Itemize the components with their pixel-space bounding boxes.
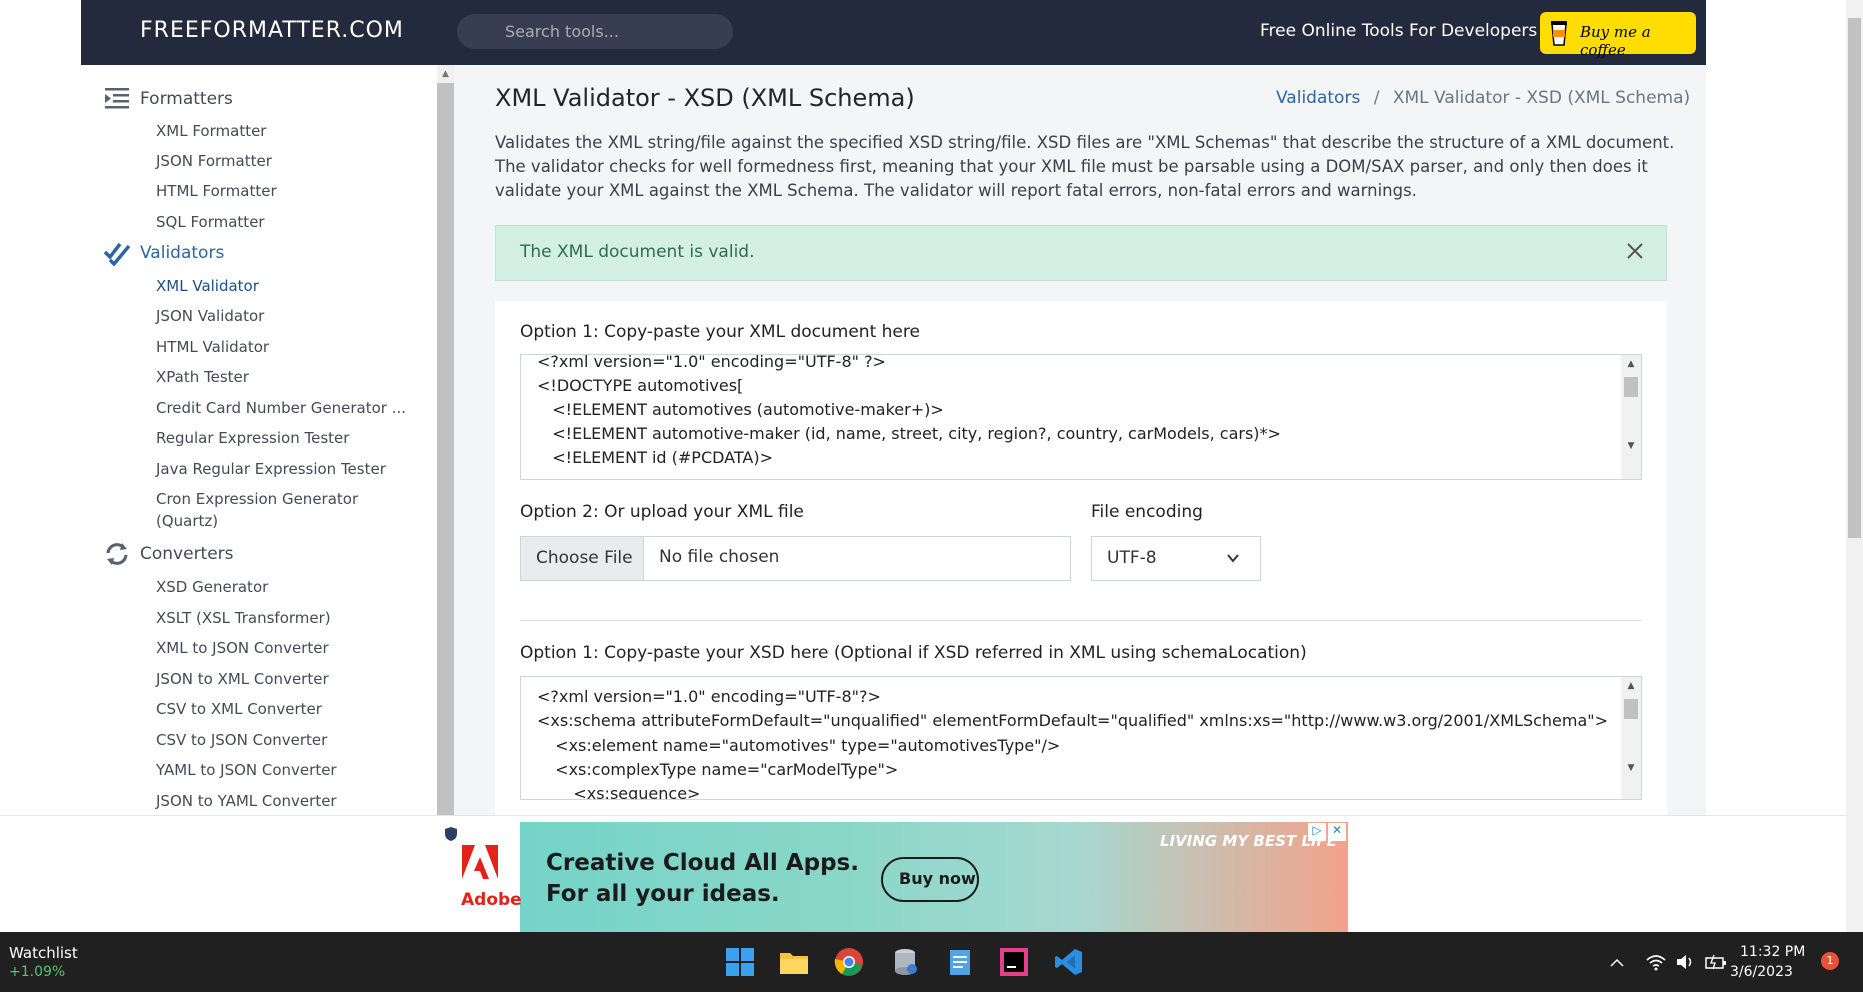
code-line: <xs:element name="automotives" type="aut… [545,736,1061,755]
upload-label: Option 2: Or upload your XML file [520,502,804,522]
section-divider [520,620,1642,621]
coffee-cup-icon [1551,21,1567,46]
xml-input-label: Option 1: Copy-paste your XML document h… [520,322,920,342]
sidebar-item-credit-card-generator[interactable]: Credit Card Number Generator ... [156,399,406,417]
xml-textarea[interactable]: <?xml version="1.0" encoding="UTF-8" ?> … [520,354,1642,480]
double-check-icon [104,242,130,266]
header-tagline: Free Online Tools For Developers [1260,21,1538,41]
code-line: <xs:schema attributeFormDefault="unquali… [537,711,1609,730]
adobe-logo-icon [462,845,498,879]
xml-textarea-scrollbar[interactable] [1621,355,1641,479]
sidebar-item-java-regex-tester[interactable]: Java Regular Expression Tester [156,460,386,478]
sidebar-scrollbar[interactable] [437,65,454,815]
shield-icon [445,827,457,841]
alert-message: The XML document is valid. [520,242,755,262]
file-status-text: No file chosen [659,547,780,567]
chevron-down-icon [1227,554,1239,563]
xsd-textarea-scrollbar[interactable] [1621,677,1641,799]
chrome-icon[interactable] [834,947,864,977]
choose-file-button[interactable]: Choose File [521,537,644,580]
xsd-textarea[interactable]: <?xml version="1.0" encoding="UTF-8"?> <… [520,676,1642,800]
code-line: <!ELEMENT id (#PCDATA)> [537,448,773,467]
windows-taskbar [0,932,1863,992]
ad-headline: Creative Cloud All Apps. [546,850,859,876]
scroll-down-arrow-icon[interactable]: ▼ [1625,763,1637,773]
watchlist-widget-title[interactable]: Watchlist [9,944,78,962]
refresh-arrows-icon [106,543,128,565]
sidebar-item-xml-formatter[interactable]: XML Formatter [156,122,266,140]
taskbar-date[interactable]: 3/6/2023 [1730,964,1793,980]
search-input[interactable]: Search tools... [457,14,733,49]
notification-badge[interactable]: 1 [1821,952,1839,970]
formatter-indent-icon [105,88,129,109]
tool-description: Validates the XML string/file against th… [495,133,1675,200]
sidebar-item-html-validator[interactable]: HTML Validator [156,338,269,356]
code-line: <!DOCTYPE automotives[ [537,376,744,395]
sidebar-item-xpath-tester[interactable]: XPath Tester [156,368,249,386]
sidebar-item-json-to-yaml[interactable]: JSON to YAML Converter [156,792,337,810]
page-scroll-thumb[interactable] [1848,18,1861,538]
code-line: <!ELEMENT automotive-maker (id, name, st… [537,424,1281,443]
wifi-icon[interactable] [1646,953,1666,971]
notepad-icon[interactable] [945,947,975,977]
code-line: <xs:complexType name="carModelType"> [545,760,899,779]
sidebar-item-yaml-to-json[interactable]: YAML to JSON Converter [156,761,337,779]
sidebar-item-json-to-xml[interactable]: JSON to XML Converter [156,670,329,688]
close-icon[interactable] [1626,242,1644,260]
sidebar-item-cron-generator-quartz[interactable]: (Quartz) [156,512,218,530]
code-line: <?xml version="1.0" encoding="UTF-8" ?> [537,354,886,371]
database-icon[interactable] [890,947,920,977]
page-title: XML Validator - XSD (XML Schema) [495,84,915,112]
xsd-input-label: Option 1: Copy-paste your XSD here (Opti… [520,643,1307,663]
sidebar-section-formatters[interactable]: Formatters [140,89,233,109]
sidebar-item-sql-formatter[interactable]: SQL Formatter [156,213,265,231]
code-line: <xs:sequence> [553,784,701,800]
breadcrumb-link-validators[interactable]: Validators [1276,88,1360,108]
vscode-icon[interactable] [1054,947,1084,977]
battery-icon[interactable] [1705,953,1727,971]
site-logo[interactable]: FREEFORMATTER.COM [140,18,404,43]
sidebar-item-xslt-transformer[interactable]: XSLT (XSL Transformer) [156,609,331,627]
intellij-icon[interactable] [999,947,1029,977]
scroll-down-arrow-icon[interactable]: ▼ [1625,441,1637,451]
scroll-up-arrow-icon[interactable]: ▲ [1625,359,1637,369]
breadcrumb-current: XML Validator - XSD (XML Schema) [1392,88,1691,108]
sidebar-item-regex-tester[interactable]: Regular Expression Tester [156,429,349,447]
ad-subheadline: For all your ideas. [546,881,780,907]
taskbar-clock[interactable]: 11:32 PM [1740,944,1805,960]
sidebar-item-xsd-generator[interactable]: XSD Generator [156,578,268,596]
sidebar-section-validators[interactable]: Validators [140,243,224,263]
sidebar-item-xml-to-json[interactable]: XML to JSON Converter [156,639,329,657]
watchlist-change: +1.09% [9,964,66,980]
sidebar-section-converters[interactable]: Converters [140,544,234,564]
xsd-scroll-thumb[interactable] [1624,699,1638,719]
sidebar-item-json-validator[interactable]: JSON Validator [156,307,264,325]
breadcrumb: Validators / XML Validator - XSD (XML Sc… [1276,88,1690,108]
breadcrumb-separator: / [1373,88,1380,108]
windows-start-icon[interactable] [725,947,755,977]
code-line: <!ELEMENT automotives (automotive-maker+… [537,400,944,419]
sidebar-item-xml-validator[interactable]: XML Validator [156,277,259,295]
ad-info-icon[interactable]: ▷ [1308,823,1326,841]
sidebar-item-html-formatter[interactable]: HTML Formatter [156,182,277,200]
scroll-up-arrow-icon[interactable]: ▲ [1625,681,1637,691]
xml-scroll-thumb[interactable] [1624,377,1638,397]
adobe-brand-text: Adobe [461,890,522,910]
sidebar-item-json-formatter[interactable]: JSON Formatter [156,152,272,170]
chevron-up-icon[interactable] [1608,954,1626,972]
sidebar-item-cron-generator[interactable]: Cron Expression Generator [156,490,358,508]
ad-buy-now-button[interactable]: Buy now [881,857,979,902]
sidebar-scroll-up-arrow[interactable]: ▲ [437,65,454,83]
sidebar-item-csv-to-xml[interactable]: CSV to XML Converter [156,700,322,718]
ad-close-icon[interactable]: ✕ [1328,823,1346,841]
code-line: <?xml version="1.0" encoding="UTF-8"?> [537,687,881,706]
file-explorer-icon[interactable] [779,947,809,977]
encoding-label: File encoding [1091,502,1203,522]
sidebar-item-csv-to-json[interactable]: CSV to JSON Converter [156,731,327,749]
volume-icon[interactable] [1675,953,1695,971]
